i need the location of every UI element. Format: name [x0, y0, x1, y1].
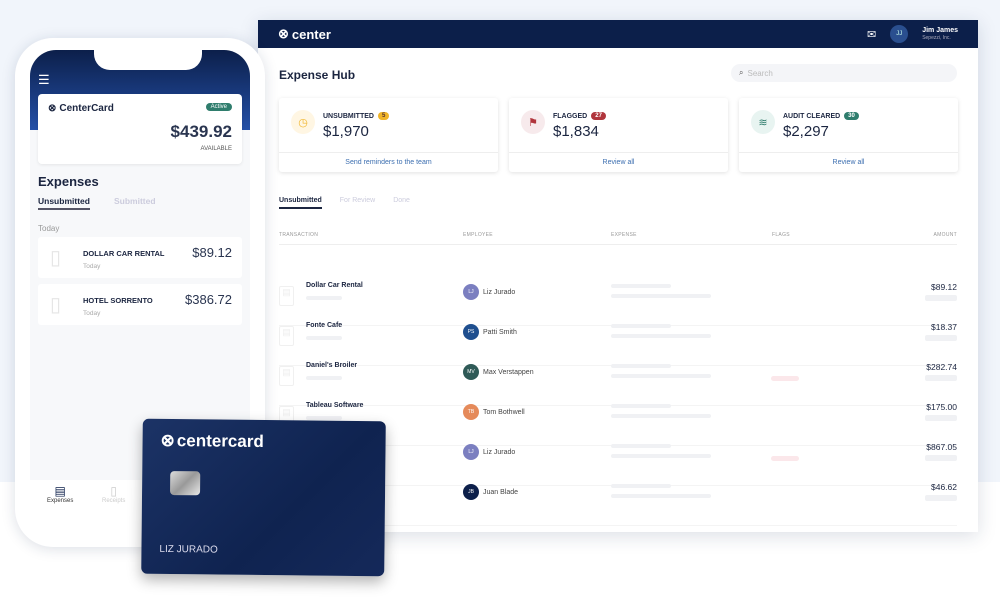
- avatar: PS: [463, 324, 479, 340]
- employee: LJ Liz Jurado: [463, 284, 515, 300]
- flag-indicator: [771, 456, 799, 461]
- summary-card-unsubmitted: ◷ UNSUBMITTED 5 $1,970 Send reminders to …: [279, 98, 498, 172]
- count-badge: 27: [591, 112, 606, 120]
- count-badge: 30: [844, 112, 859, 120]
- nav-receipts[interactable]: ▯ Receipts: [102, 484, 125, 504]
- flag-icon: ⚑: [521, 110, 545, 134]
- clock-icon: ◷: [291, 110, 315, 134]
- section-title: Expenses: [38, 174, 99, 189]
- placeholder-bar: [611, 284, 671, 288]
- placeholder-bar: [611, 334, 711, 338]
- avatar: LJ: [463, 284, 479, 300]
- avatar: LJ: [463, 444, 479, 460]
- logo-icon: ⊗: [278, 26, 289, 41]
- logo-icon: ⊗: [160, 430, 175, 451]
- receipt-icon: ▤: [279, 366, 294, 386]
- placeholder-bar: [611, 494, 711, 498]
- expenses-icon: ▤: [54, 484, 66, 498]
- status-badge: Active: [205, 103, 232, 111]
- divider: [279, 244, 957, 245]
- receipt-icon: ▤: [279, 286, 294, 306]
- placeholder-bar: [611, 294, 711, 298]
- col-transaction[interactable]: TRANSACTION: [279, 232, 318, 238]
- page-title: Expense Hub: [279, 68, 356, 82]
- count-badge: 5: [377, 112, 390, 120]
- employee: MV Max Verstappen: [463, 364, 534, 380]
- tab-unsubmitted[interactable]: Unsubmitted: [279, 197, 322, 209]
- placeholder-bar: [306, 416, 342, 420]
- avatar: TB: [463, 404, 479, 420]
- balance-card: ⊗ CenterCard Active $439.92 AVAILABLE: [38, 94, 242, 164]
- expense-item[interactable]: ▯ HOTEL SORRENTO Today $386.72: [38, 284, 242, 325]
- review-all-cleared-link[interactable]: Review all: [739, 152, 958, 172]
- placeholder-bar: [925, 455, 957, 461]
- tab-for-review[interactable]: For Review: [340, 197, 375, 209]
- summary-card-audit-cleared: ≋ AUDIT CLEARED 30 $2,297 Review all: [739, 98, 958, 172]
- col-expense[interactable]: EXPENSE: [611, 232, 637, 238]
- receipt-icon: ▯: [50, 247, 62, 269]
- avatar: JB: [463, 484, 479, 500]
- placeholder-bar: [611, 364, 671, 368]
- employee: LJ Liz Jurado: [463, 444, 515, 460]
- balance: $439.92: [170, 122, 232, 141]
- placeholder-bar: [306, 336, 342, 340]
- placeholder-bar: [611, 324, 671, 328]
- placeholder-bar: [611, 404, 671, 408]
- placeholder-bar: [925, 295, 957, 301]
- mail-icon[interactable]: ✉: [867, 28, 876, 41]
- table-row[interactable]: ▤ Daniel's Broiler MV Max Verstappen $282…: [279, 362, 957, 406]
- search-icon: ⌕: [739, 68, 744, 77]
- col-employee[interactable]: EMPLOYEE: [463, 232, 493, 238]
- chip-icon: [170, 471, 201, 496]
- placeholder-bar: [611, 444, 671, 448]
- table-row[interactable]: ▤ Dollar Car Rental LJ Liz Jurado $89.12: [279, 282, 957, 326]
- receipts-icon: ▯: [110, 484, 117, 498]
- placeholder-bar: [306, 376, 342, 380]
- review-all-flagged-link[interactable]: Review all: [509, 152, 728, 172]
- placeholder-bar: [611, 414, 711, 418]
- receipt-icon: ▯: [50, 294, 62, 316]
- placeholder-bar: [925, 335, 957, 341]
- tab-unsubmitted[interactable]: Unsubmitted: [38, 196, 90, 210]
- col-amount[interactable]: AMOUNT: [934, 232, 957, 238]
- top-nav: ⊗ center ✉ JJ Jim James Sepezzi, Inc.: [258, 20, 978, 48]
- avatar: MV: [463, 364, 479, 380]
- placeholder-bar: [611, 484, 671, 488]
- placeholder-bar: [611, 454, 711, 458]
- brand-logo[interactable]: ⊗ center: [278, 26, 331, 42]
- placeholder-bar: [925, 375, 957, 381]
- employee: TB Tom Bothwell: [463, 404, 525, 420]
- user-info[interactable]: Jim James Sepezzi, Inc.: [922, 27, 958, 41]
- placeholder-bar: [925, 415, 957, 421]
- search-input[interactable]: ⌕ Search: [731, 64, 957, 82]
- table-row[interactable]: ▤ Fonte Cafe PS Patti Smith $18.37: [279, 322, 957, 366]
- logo-icon: ⊗: [48, 103, 57, 114]
- tab-submitted[interactable]: Submitted: [114, 196, 156, 206]
- receipt-icon: ▤: [279, 326, 294, 346]
- hamburger-menu-icon[interactable]: ☰: [38, 72, 50, 88]
- send-reminders-link[interactable]: Send reminders to the team: [279, 152, 498, 172]
- credit-card: ⊗ centercard LIZ JURADO: [141, 418, 386, 577]
- layers-icon: ≋: [751, 110, 775, 134]
- expense-item[interactable]: ▯ DOLLAR CAR RENTAL Today $89.12: [38, 237, 242, 278]
- flag-indicator: [771, 376, 799, 381]
- cardholder-name: LIZ JURADO: [159, 543, 218, 556]
- nav-expenses[interactable]: ▤ Expenses: [47, 484, 73, 504]
- tab-done[interactable]: Done: [393, 197, 410, 209]
- user-avatar[interactable]: JJ: [890, 25, 909, 43]
- employee: JB Juan Blade: [463, 484, 518, 500]
- summary-card-flagged: ⚑ FLAGGED 27 $1,834 Review all: [509, 98, 728, 172]
- col-flags[interactable]: FLAGS: [772, 232, 790, 238]
- employee: PS Patti Smith: [463, 324, 517, 340]
- placeholder-bar: [611, 374, 711, 378]
- placeholder-bar: [306, 296, 342, 300]
- placeholder-bar: [925, 495, 957, 501]
